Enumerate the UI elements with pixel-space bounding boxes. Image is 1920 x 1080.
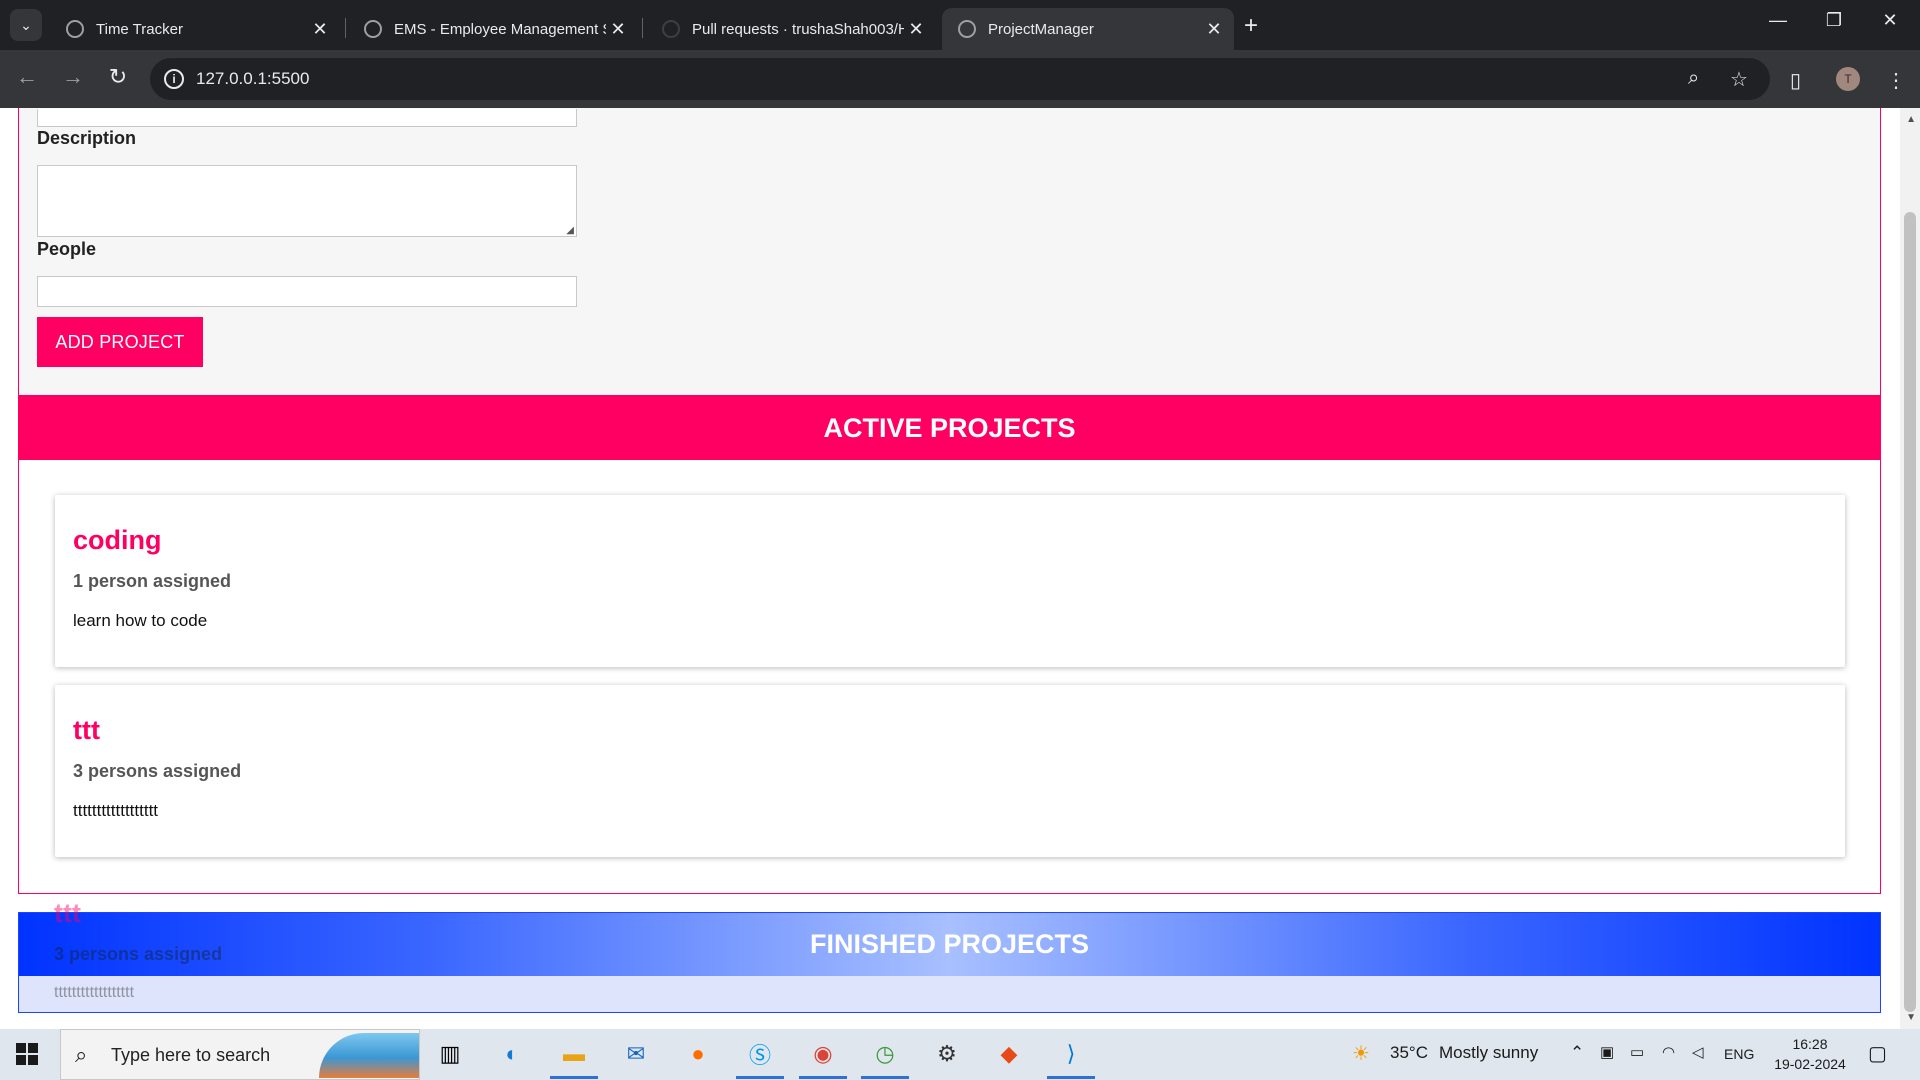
profile-avatar[interactable]: T xyxy=(1836,67,1860,91)
description-label: Description xyxy=(37,128,137,148)
bookmark-star-icon[interactable]: ☆ xyxy=(1730,67,1748,92)
close-icon[interactable]: ✕ xyxy=(308,19,332,40)
mail-icon[interactable]: ✉ xyxy=(616,1037,656,1071)
project-people: 3 persons assigned xyxy=(73,761,242,781)
site-info-icon[interactable]: i xyxy=(164,69,184,89)
task-view-icon[interactable]: ▥ xyxy=(430,1037,470,1071)
search-placeholder: Type here to search xyxy=(111,1045,271,1065)
github-icon xyxy=(662,20,680,38)
finished-projects-section: FINISHED PROJECTS xyxy=(18,912,1881,1013)
time-tracker-app-icon[interactable]: ◷ xyxy=(861,1037,909,1079)
back-icon[interactable]: ← xyxy=(12,64,42,90)
edge-icon[interactable]: ◐ xyxy=(492,1037,532,1071)
settings-gear-icon[interactable]: ⚙ xyxy=(927,1037,967,1071)
chrome-icon[interactable]: ◉ xyxy=(799,1037,847,1079)
page-viewport: Description ◢ People ADD PROJECT ACTIVE … xyxy=(0,108,1920,1029)
add-project-button[interactable]: ADD PROJECT xyxy=(37,317,203,367)
weather-icon[interactable]: ☀ xyxy=(1352,1041,1370,1066)
meet-now-icon[interactable]: ▣ xyxy=(1600,1043,1614,1061)
globe-icon xyxy=(364,20,382,38)
window-close-icon[interactable]: ✕ xyxy=(1870,10,1910,31)
title-input[interactable] xyxy=(37,109,577,127)
tab-pull-requests[interactable]: Pull requests · trushaShah003/H ✕ xyxy=(646,8,936,50)
menu-icon[interactable]: ⋮ xyxy=(1886,68,1906,93)
forward-icon[interactable]: → xyxy=(58,64,88,90)
tab-strip: ⌄ Time Tracker ✕ EMS - Employee Manageme… xyxy=(0,0,1920,50)
page-scrollbar[interactable]: ▲ ▼ xyxy=(1900,108,1920,1029)
scroll-thumb[interactable] xyxy=(1904,212,1916,1012)
battery-icon[interactable]: ▭ xyxy=(1630,1043,1644,1061)
firefox-icon[interactable]: ● xyxy=(678,1037,718,1071)
active-projects-heading: ACTIVE PROJECTS xyxy=(19,396,1880,460)
close-icon[interactable]: ✕ xyxy=(904,19,928,40)
notifications-icon[interactable]: ▢ xyxy=(1868,1041,1887,1066)
project-title: coding xyxy=(73,525,162,555)
close-icon[interactable]: ✕ xyxy=(1202,19,1226,40)
project-people: 1 person assigned xyxy=(73,571,232,591)
volume-icon[interactable]: ◁ xyxy=(1692,1043,1704,1061)
wifi-icon[interactable]: ◠ xyxy=(1662,1043,1675,1061)
tab-time-tracker[interactable]: Time Tracker ✕ xyxy=(50,8,340,50)
clock-time: 16:28 xyxy=(1792,1036,1828,1052)
tab-title: EMS - Employee Management S xyxy=(394,20,606,38)
scroll-up-arrow-icon[interactable]: ▲ xyxy=(1906,114,1916,125)
close-icon[interactable]: ✕ xyxy=(606,19,630,40)
taskbar-search[interactable]: ⌕ Type here to search xyxy=(60,1029,420,1080)
weather-condition[interactable]: Mostly sunny xyxy=(1439,1043,1538,1063)
project-description: learn how to code xyxy=(73,611,208,630)
time-tracker-favicon-icon xyxy=(66,20,84,38)
project-title: ttt xyxy=(73,715,100,745)
finished-projects-heading: FINISHED PROJECTS xyxy=(19,913,1880,976)
description-textarea[interactable]: ◢ xyxy=(37,165,577,237)
tab-title: ProjectManager xyxy=(988,20,1094,38)
minimize-icon[interactable]: — xyxy=(1758,10,1798,31)
side-panel-icon[interactable]: ▯ xyxy=(1790,68,1801,93)
globe-icon xyxy=(958,20,976,38)
tab-separator xyxy=(345,18,346,38)
windows-start-icon[interactable] xyxy=(16,1043,38,1065)
project-card[interactable]: coding 1 person assigned learn how to co… xyxy=(55,495,1845,667)
tab-project-manager[interactable]: ProjectManager ✕ xyxy=(942,8,1234,50)
chevron-up-icon[interactable]: ⌃ xyxy=(1570,1043,1584,1063)
scroll-down-arrow-icon[interactable]: ▼ xyxy=(1906,1012,1916,1023)
tab-separator xyxy=(642,18,643,38)
search-highlight-image xyxy=(319,1033,419,1078)
people-label: People xyxy=(37,239,97,259)
taskbar: ⌕ Type here to search ▥ ◐ ▬ ✉ ● Ⓢ ◉ ◷ ⚙ … xyxy=(0,1029,1920,1080)
url-text[interactable]: 127.0.0.1:5500 xyxy=(196,69,309,89)
chevron-down-icon: ⌄ xyxy=(20,16,32,33)
system-clock[interactable]: 16:28 19-02-2024 xyxy=(1770,1034,1850,1074)
people-input[interactable] xyxy=(37,276,577,307)
tab-search-dropdown[interactable]: ⌄ xyxy=(10,9,42,41)
weather-temperature[interactable]: 35°C xyxy=(1390,1043,1428,1063)
active-projects-section: ACTIVE PROJECTS coding 1 person assigned… xyxy=(18,395,1881,894)
reload-icon[interactable]: ↻ xyxy=(103,64,133,90)
browser-toolbar: ← → ↻ i 127.0.0.1:5500 ⌕ ☆ ▯ T ⋮ xyxy=(0,50,1920,108)
project-card[interactable]: ttt 3 persons assigned ttttttttttttttttt… xyxy=(55,685,1845,857)
address-bar[interactable]: i 127.0.0.1:5500 ⌕ ☆ xyxy=(150,58,1770,100)
tab-ems[interactable]: EMS - Employee Management S ✕ xyxy=(348,8,638,50)
skype-icon[interactable]: Ⓢ xyxy=(736,1037,784,1079)
vscode-icon[interactable]: ⟩ xyxy=(1047,1037,1095,1079)
restore-icon[interactable]: ❐ xyxy=(1814,10,1854,31)
git-icon[interactable]: ◆ xyxy=(989,1037,1029,1071)
project-description: tttttttttttttttttt xyxy=(73,801,159,820)
tab-title: Time Tracker xyxy=(96,20,183,38)
clock-date: 19-02-2024 xyxy=(1774,1056,1846,1072)
zoom-icon[interactable]: ⌕ xyxy=(1688,67,1699,90)
search-icon: ⌕ xyxy=(75,1042,88,1067)
file-explorer-icon[interactable]: ▬ xyxy=(550,1037,598,1079)
language-indicator[interactable]: ENG xyxy=(1724,1046,1754,1062)
tab-title: Pull requests · trushaShah003/H xyxy=(692,20,904,38)
new-tab-button[interactable]: + xyxy=(1244,12,1258,40)
resize-handle-icon[interactable]: ◢ xyxy=(566,225,574,236)
